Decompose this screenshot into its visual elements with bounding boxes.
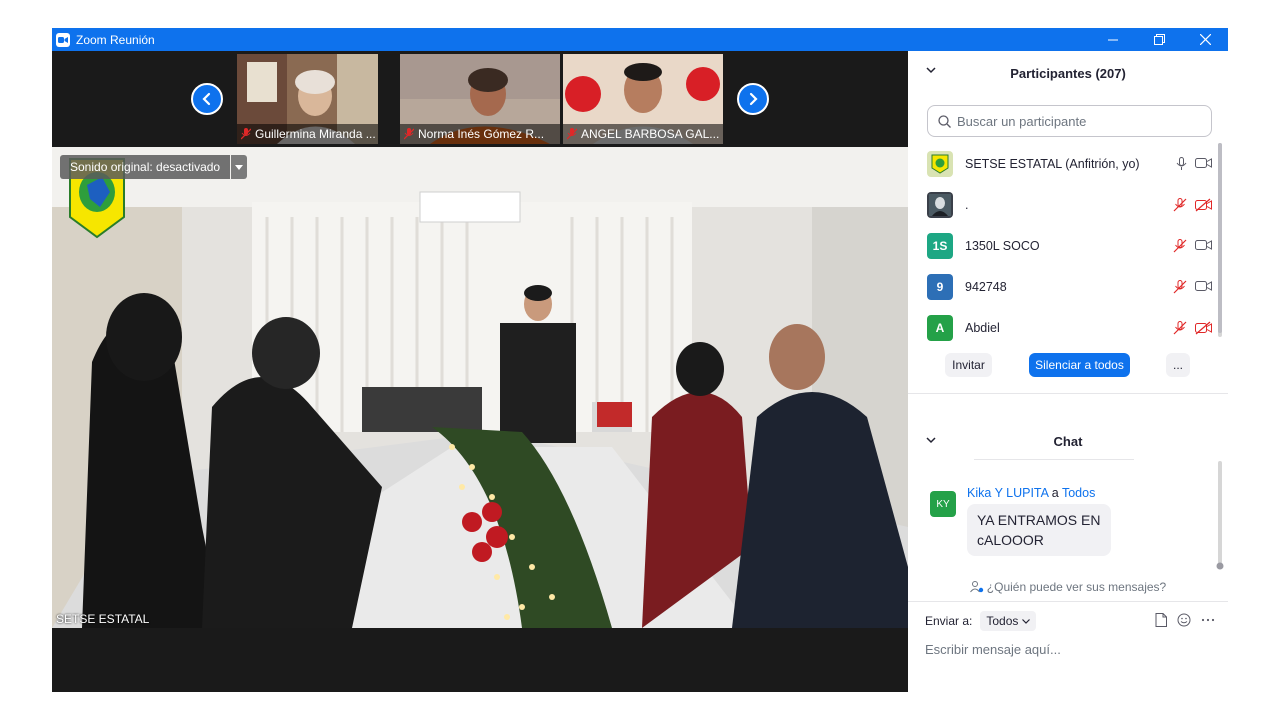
video-thumbnail-strip: Guillermina Miranda ... Norma Inés Gómez… — [52, 51, 908, 147]
message-sender[interactable]: Kika Y LUPITA — [967, 486, 1048, 500]
participant-video-thumbnail[interactable]: Guillermina Miranda ... — [237, 54, 378, 144]
participant-row[interactable]: SETSE ESTATAL (Anfitrión, yo) — [908, 143, 1218, 184]
original-sound-toggle[interactable]: Sonido original: desactivado — [60, 155, 248, 179]
chevron-down-icon[interactable] — [926, 67, 936, 74]
chevron-right-icon — [749, 92, 758, 106]
participant-name: . — [965, 197, 969, 212]
message-header: Kika Y LUPITA a Todos — [967, 486, 1095, 500]
video-camera-icon[interactable] — [1195, 157, 1212, 169]
close-button[interactable] — [1182, 28, 1228, 51]
participant-row[interactable]: 1S 1350L SOCO — [908, 225, 1218, 266]
profile-photo-icon — [929, 193, 951, 216]
send-to-row: Enviar a: Todos — [925, 609, 1215, 633]
avatar: 9 — [927, 273, 953, 300]
organization-logo-icon — [931, 154, 949, 174]
section-divider — [908, 601, 1228, 602]
restore-button[interactable] — [1136, 28, 1182, 51]
avatar — [927, 150, 953, 177]
video-camera-icon[interactable] — [1195, 239, 1212, 251]
chevron-down-icon — [1022, 618, 1031, 624]
mute-all-button[interactable]: Silenciar a todos — [1029, 353, 1130, 377]
thumbnail-name-label: Guillermina Miranda ... — [237, 124, 378, 144]
participant-name: 942748 — [965, 279, 1007, 294]
chevron-left-icon — [202, 92, 211, 106]
send-to-dropdown[interactable]: Todos — [980, 611, 1037, 631]
video-camera-icon[interactable] — [1195, 280, 1212, 292]
message-visibility-link[interactable]: ¿Quién puede ver sus mensajes? — [908, 576, 1228, 598]
emoji-icon[interactable] — [1177, 613, 1191, 627]
scroll-handle-icon — [1216, 562, 1224, 570]
chat-messages: KY Kika Y LUPITA a Todos YA ENTRAMOS EN … — [908, 459, 1228, 571]
active-speaker-video[interactable]: Sonido original: desactivado SETSE ESTAT… — [52, 147, 908, 628]
participant-video-thumbnail[interactable]: Norma Inés Gómez R... — [400, 54, 560, 144]
muted-mic-icon[interactable] — [1173, 320, 1187, 335]
chat-header: Chat — [908, 421, 1228, 461]
original-sound-dropdown[interactable] — [231, 155, 248, 179]
avatar: A — [927, 314, 953, 341]
invite-button[interactable]: Invitar — [945, 353, 992, 377]
participant-video-thumbnail[interactable]: ANGEL BARBOSA GAL... — [563, 54, 723, 144]
participant-actions: Invitar Silenciar a todos ... — [908, 353, 1228, 379]
participant-name: SETSE ESTATAL (Anfitrión, yo) — [965, 156, 1140, 171]
active-speaker-name: SETSE ESTATAL — [56, 612, 150, 626]
chevron-down-icon[interactable] — [926, 437, 936, 444]
chat-message-input[interactable]: Escribir mensaje aquí... — [925, 642, 1061, 657]
window-title: Zoom Reunión — [76, 32, 155, 47]
search-icon — [938, 114, 951, 128]
zoom-app-icon — [56, 32, 70, 47]
video-off-icon[interactable] — [1195, 198, 1212, 212]
side-panel: Participantes (207) Buscar un participan… — [908, 51, 1228, 692]
people-icon — [969, 581, 983, 593]
next-page-button[interactable] — [737, 83, 769, 115]
video-feed — [52, 147, 908, 628]
section-divider — [908, 393, 1228, 394]
thumbnail-name-label: ANGEL BARBOSA GAL... — [563, 124, 723, 144]
participant-row[interactable]: A Abdiel — [908, 307, 1218, 348]
participant-row[interactable]: . — [908, 184, 1218, 225]
video-off-icon[interactable] — [1195, 321, 1212, 335]
minimize-button[interactable] — [1090, 28, 1136, 51]
muted-mic-icon — [241, 128, 251, 140]
participant-search-input[interactable]: Buscar un participante — [927, 105, 1212, 137]
participants-scrollbar[interactable] — [1218, 143, 1222, 337]
chat-top-divider — [974, 459, 1134, 460]
more-icon[interactable] — [1201, 613, 1215, 627]
message-text: YA ENTRAMOS EN cALOOOR — [967, 504, 1111, 556]
muted-mic-icon[interactable] — [1173, 238, 1187, 253]
close-icon — [1199, 34, 1211, 45]
send-to-label: Enviar a: — [925, 614, 973, 628]
message-connector: a — [1051, 486, 1059, 500]
muted-mic-icon — [404, 128, 414, 140]
thumbnail-name-label: Norma Inés Gómez R... — [400, 124, 560, 144]
restore-icon — [1153, 34, 1165, 45]
previous-page-button[interactable] — [191, 83, 223, 115]
muted-mic-icon — [567, 128, 577, 140]
participants-header: Participantes (207) — [908, 51, 1228, 95]
participant-row[interactable]: 9 942748 — [908, 266, 1218, 307]
meeting-area: Guillermina Miranda ... Norma Inés Gómez… — [52, 51, 908, 692]
chat-scrollbar[interactable] — [1218, 461, 1222, 564]
muted-mic-icon[interactable] — [1173, 279, 1187, 294]
avatar — [927, 191, 953, 218]
minimize-icon — [1108, 39, 1118, 40]
avatar: KY — [930, 491, 956, 517]
search-placeholder: Buscar un participante — [957, 113, 1087, 129]
participants-title: Participantes (207) — [1010, 65, 1126, 81]
title-bar: Zoom Reunión — [52, 28, 1228, 51]
mic-icon[interactable] — [1176, 156, 1187, 171]
muted-mic-icon[interactable] — [1173, 197, 1187, 212]
file-icon[interactable] — [1155, 613, 1167, 627]
chat-title: Chat — [1053, 433, 1083, 449]
participant-name: 1350L SOCO — [965, 238, 1040, 253]
zoom-window: Zoom Reunión Guillermina Miranda ... Nor… — [52, 28, 1228, 692]
original-sound-label[interactable]: Sonido original: desactivado — [60, 155, 231, 179]
caret-down-icon — [235, 164, 244, 170]
participant-name: Abdiel — [965, 320, 1000, 335]
message-recipient[interactable]: Todos — [1062, 486, 1095, 500]
avatar: 1S — [927, 232, 953, 259]
more-options-button[interactable]: ... — [1166, 353, 1190, 377]
participant-list: SETSE ESTATAL (Anfitrión, yo) . 1S 1350L… — [908, 143, 1218, 348]
